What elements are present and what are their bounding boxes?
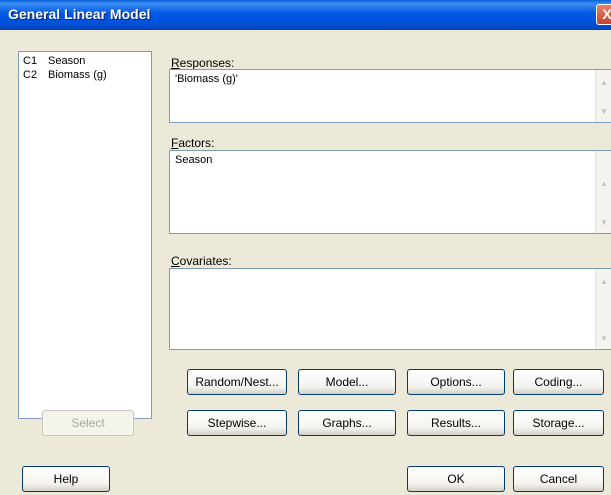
stepwise-button[interactable]: Stepwise... [187,410,287,436]
variable-name: Season [48,55,86,67]
close-button[interactable]: X [596,4,611,25]
variable-column-id: C1 [23,55,38,67]
responses-label: Responses: [171,56,235,70]
coding-button[interactable]: Coding... [513,369,604,395]
chevron-up-icon[interactable]: ▲ [600,78,608,87]
chevron-up-icon[interactable]: ▲ [600,179,608,188]
window-title: General Linear Model [8,6,151,22]
random-nest-button[interactable]: Random/Nest... [187,369,287,395]
title-bar[interactable]: General Linear Model X [0,0,611,30]
covariates-scrollbar[interactable]: ▲ ▼ [595,269,611,349]
covariates-label: Covariates: [171,254,232,268]
factors-scrollbar[interactable]: ▲ ▼ [595,151,611,233]
responses-field[interactable]: 'Biomass (g)' ▲ ▼ [169,69,611,123]
options-button[interactable]: Options... [407,369,505,395]
chevron-down-icon[interactable]: ▼ [600,218,608,227]
factors-label: Factors: [171,136,215,150]
variable-name: Biomass (g) [48,69,107,81]
variable-list[interactable]: C1 Season C2 Biomass (g) [18,51,152,419]
factors-field[interactable]: Season ▲ ▼ [169,150,611,234]
responses-scrollbar[interactable]: ▲ ▼ [595,70,611,122]
storage-button[interactable]: Storage... [513,410,604,436]
cancel-button[interactable]: Cancel [513,466,604,492]
close-icon: X [602,6,611,22]
model-button[interactable]: Model... [298,369,396,395]
chevron-up-icon[interactable]: ▲ [600,277,608,286]
select-button[interactable]: Select [42,410,134,436]
responses-value: 'Biomass (g)' [175,73,238,85]
chevron-down-icon[interactable]: ▼ [600,107,608,116]
covariates-field[interactable]: ▲ ▼ [169,268,611,350]
variable-column-id: C2 [23,69,38,81]
factors-value: Season [175,154,213,166]
results-button[interactable]: Results... [407,410,505,436]
ok-button[interactable]: OK [407,466,505,492]
graphs-button[interactable]: Graphs... [298,410,396,436]
chevron-down-icon[interactable]: ▼ [600,334,608,343]
help-button[interactable]: Help [22,466,110,492]
